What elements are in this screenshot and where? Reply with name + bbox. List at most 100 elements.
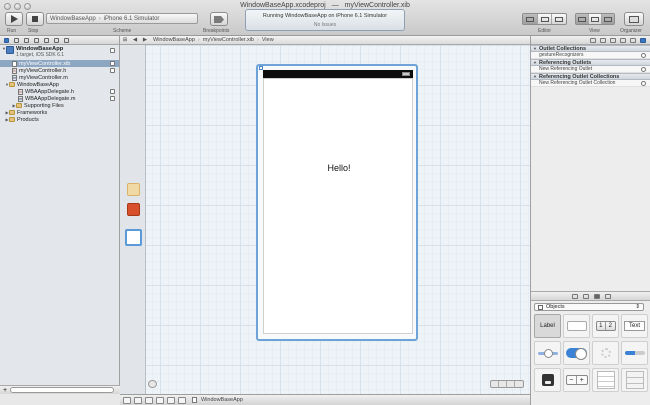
tree-item-xib[interactable]: myViewController.xib xyxy=(0,60,119,67)
media-library-tab[interactable] xyxy=(604,293,611,299)
tree-item-group-app[interactable]: ▼ WindowBaseApp xyxy=(0,81,119,88)
outline-toggle-button[interactable] xyxy=(148,380,157,388)
library-item-slider[interactable] xyxy=(534,341,561,365)
connection-row: gestureRecognizers xyxy=(531,52,650,59)
identity-inspector-tab[interactable] xyxy=(610,37,616,43)
library-item-stepper[interactable]: − + xyxy=(563,368,590,392)
pause-icon[interactable] xyxy=(134,396,142,404)
toggle-navigator-button[interactable] xyxy=(576,14,589,24)
connection-circle-icon[interactable] xyxy=(641,80,646,86)
breadcrumb-file[interactable]: myViewController.xib xyxy=(200,37,257,43)
view-object-icon[interactable] xyxy=(125,229,142,246)
organizer-button[interactable] xyxy=(624,12,644,26)
standard-editor-button[interactable] xyxy=(523,14,538,24)
file-status-badge xyxy=(110,48,115,53)
size-inspector-tab[interactable] xyxy=(630,37,636,43)
library-item-activity-indicator[interactable] xyxy=(592,341,619,365)
debug-navigator-tab[interactable] xyxy=(44,37,49,43)
symbol-navigator-tab[interactable] xyxy=(14,37,19,43)
slider-icon xyxy=(537,348,558,358)
library-item-label[interactable]: Label xyxy=(534,314,561,338)
stop-button[interactable] xyxy=(26,12,44,26)
step-out-icon[interactable] xyxy=(167,396,175,404)
implementation-file-icon: m xyxy=(18,95,23,102)
breakpoint-navigator-tab[interactable] xyxy=(54,37,59,43)
section-outlet-collections[interactable]: ▼ Outlet Collections xyxy=(531,45,650,52)
breadcrumb-project[interactable]: WindowBaseApp xyxy=(150,37,198,43)
forward-arrow-icon[interactable]: ▶ xyxy=(140,37,150,43)
quick-help-tab[interactable] xyxy=(600,37,606,43)
related-items-icon[interactable]: ⊞ xyxy=(120,37,130,43)
breakpoints-button[interactable] xyxy=(210,12,228,26)
file-status-badge xyxy=(110,61,115,66)
tree-item-implementation[interactable]: m myViewController.m xyxy=(0,74,119,81)
files-owner-icon[interactable] xyxy=(127,183,140,196)
first-responder-icon[interactable] xyxy=(127,203,140,216)
search-navigator-tab[interactable] xyxy=(24,37,29,43)
library-item-text-field[interactable]: Text xyxy=(621,314,648,338)
tree-item-delegate-impl[interactable]: m WBAAppDelegate.m xyxy=(0,95,119,102)
library-item-switch[interactable] xyxy=(563,341,590,365)
zoom-controls xyxy=(490,380,524,388)
object-library-tab[interactable] xyxy=(593,293,600,299)
zoom-actual-button[interactable] xyxy=(499,381,507,387)
library-item-progress-view[interactable] xyxy=(621,341,648,365)
location-icon[interactable] xyxy=(178,396,186,404)
view-selector[interactable] xyxy=(575,13,615,25)
connections-inspector-tab[interactable] xyxy=(640,37,646,43)
tree-item-products[interactable]: ▶ Products xyxy=(0,116,119,123)
version-editor-button[interactable] xyxy=(552,14,566,24)
toggle-debug-area-button[interactable] xyxy=(589,14,602,24)
header-file-icon: h xyxy=(18,88,23,95)
add-icon[interactable]: + xyxy=(3,387,7,394)
organizer-icon xyxy=(629,15,639,23)
back-arrow-icon[interactable]: ◀ xyxy=(130,37,140,43)
connection-circle-icon[interactable] xyxy=(641,66,646,72)
project-navigator-tab[interactable] xyxy=(4,37,9,43)
main-view[interactable]: Hello! xyxy=(263,78,413,334)
attributes-inspector-tab[interactable] xyxy=(620,37,626,43)
view-scene[interactable]: Hello! xyxy=(256,64,418,341)
run-button[interactable] xyxy=(5,12,23,26)
section-referencing-outlets[interactable]: ▼ Referencing Outlets xyxy=(531,59,650,66)
library-item-page-control[interactable] xyxy=(534,368,561,392)
stop-caption: Stop xyxy=(28,28,39,34)
scheme-popup[interactable]: WindowBaseApp › iPhone 6.1 Simulator xyxy=(46,13,198,24)
debug-process[interactable]: WindowBaseApp xyxy=(192,397,243,403)
file-template-library-tab[interactable] xyxy=(571,293,578,299)
file-status-badge xyxy=(110,68,115,73)
issue-navigator-tab[interactable] xyxy=(34,37,39,43)
tree-item-header[interactable]: h myViewController.h xyxy=(0,67,119,74)
hello-label[interactable]: Hello! xyxy=(264,163,414,173)
editor-mode-selector[interactable] xyxy=(522,13,567,25)
editor-caption: Editor xyxy=(538,28,552,34)
library-item-table-view-cell[interactable] xyxy=(621,368,648,392)
log-navigator-tab[interactable] xyxy=(64,37,69,43)
debug-panel-icon xyxy=(591,16,599,22)
disclosure-open-icon: ▼ xyxy=(533,74,537,79)
breadcrumb-view[interactable]: View xyxy=(259,37,277,43)
toggle-debug-area-icon[interactable] xyxy=(123,396,131,404)
navigator-filter-field[interactable] xyxy=(10,387,115,393)
zoom-out-button[interactable] xyxy=(491,381,499,387)
tree-item-supporting-files[interactable]: ▶ Supporting Files xyxy=(0,102,119,109)
library-item-segmented-control[interactable]: 1 2 xyxy=(592,314,619,338)
tree-item-frameworks[interactable]: ▶ Frameworks xyxy=(0,109,119,116)
chevron-updown-icon: ⇕ xyxy=(635,304,640,310)
step-over-icon[interactable] xyxy=(145,396,153,404)
grid-icon xyxy=(538,304,543,310)
library-filter-popup[interactable]: Objects ⇕ xyxy=(534,303,644,311)
code-snippet-library-tab[interactable] xyxy=(582,293,589,299)
library-item-table-view[interactable] xyxy=(592,368,619,392)
step-into-icon[interactable] xyxy=(156,396,164,404)
file-inspector-tab[interactable] xyxy=(590,37,596,43)
assistant-editor-button[interactable] xyxy=(538,14,553,24)
section-referencing-outlet-collections[interactable]: ▼ Referencing Outlet Collections xyxy=(531,73,650,80)
project-root-item[interactable]: ▼ WindowBaseApp 1 target, iOS SDK 6.1 xyxy=(0,45,119,60)
zoom-fit-button[interactable] xyxy=(515,381,523,387)
connection-circle-icon[interactable] xyxy=(641,52,646,58)
library-item-round-rect-button[interactable] xyxy=(563,314,590,338)
toggle-utilities-button[interactable] xyxy=(602,14,614,24)
tree-item-delegate-header[interactable]: h WBAAppDelegate.h xyxy=(0,88,119,95)
zoom-in-button[interactable] xyxy=(507,381,515,387)
